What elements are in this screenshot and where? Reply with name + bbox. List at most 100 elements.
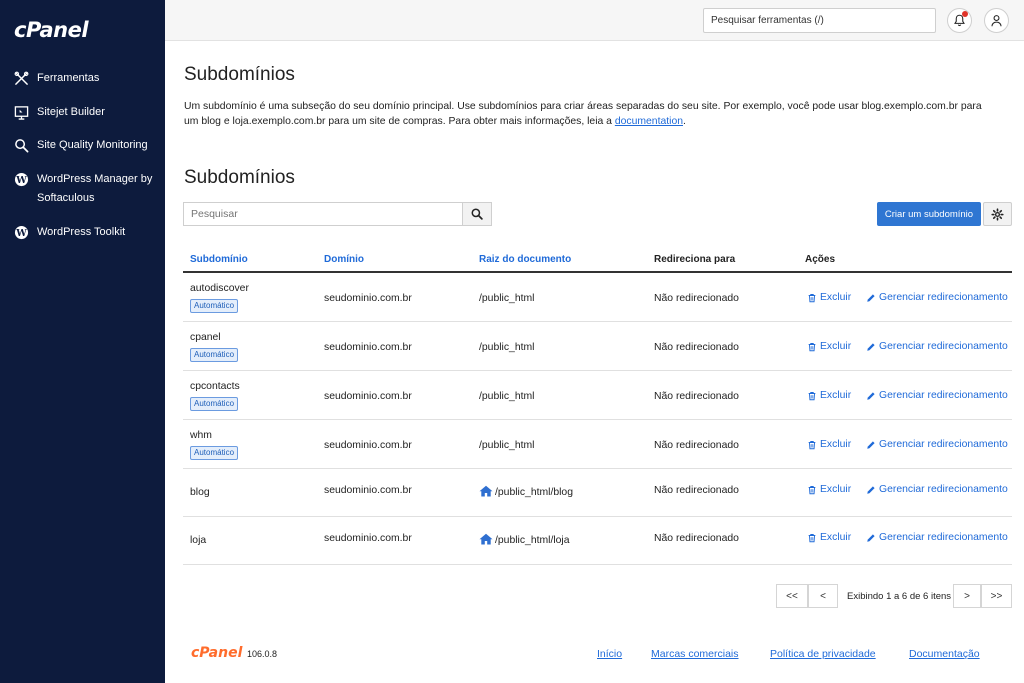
manage-redirect-button[interactable]: Gerenciar redirecionamento (866, 292, 1008, 303)
docroot-cell: /public_html (479, 440, 534, 451)
page-description: Um subdomínio é uma subseção do seu domí… (184, 99, 994, 129)
domain-cell: seudominio.com.br (324, 293, 412, 304)
cpanel-logo[interactable]: cPanel (14, 18, 89, 42)
domain-cell: seudominio.com.br (324, 440, 412, 451)
table-row: cpcontacts Automático seudominio.com.br/pu… (183, 371, 1012, 420)
subdomain-name: cpcontacts (190, 381, 240, 392)
manage-label: Gerenciar redirecionamento (879, 532, 1008, 543)
gear-icon (991, 207, 1004, 221)
trash-icon (807, 485, 820, 495)
sidebar-item-label: WordPress Manager by Softaculous (37, 173, 153, 204)
svg-text:W: W (15, 227, 27, 238)
docroot-path: /public_html (479, 342, 535, 353)
pencil-icon (866, 440, 879, 450)
magnifier-icon (12, 136, 30, 154)
redirect-cell: Não redirecionado (654, 293, 739, 304)
delete-label: Excluir (820, 439, 852, 450)
redirect-cell: Não redirecionado (654, 485, 739, 496)
pencil-icon (866, 293, 879, 303)
manage-redirect-button[interactable]: Gerenciar redirecionamento (866, 439, 1008, 450)
wordpress-icon: W (12, 170, 30, 188)
delete-button[interactable]: Excluir (807, 390, 851, 401)
column-header-subdomain[interactable]: Subdomínio (190, 254, 248, 265)
footer-link-documentation[interactable]: Documentação (909, 648, 980, 660)
delete-button[interactable]: Excluir (807, 532, 851, 543)
subdomain-name: loja (190, 535, 207, 546)
redirect-cell: Não redirecionado (654, 533, 739, 544)
delete-button[interactable]: Excluir (807, 341, 851, 352)
trash-icon (807, 391, 820, 401)
settings-button[interactable] (983, 202, 1012, 226)
pencil-icon (866, 342, 879, 352)
column-header-domain[interactable]: Domínio (324, 254, 364, 265)
docroot-cell: /public_html (479, 342, 534, 353)
manage-redirect-button[interactable]: Gerenciar redirecionamento (866, 484, 1008, 495)
table-row: whm Automático seudominio.com.br/public_ht… (183, 420, 1012, 469)
delete-button[interactable]: Excluir (807, 292, 851, 303)
pencil-icon (866, 533, 879, 543)
svg-text:W: W (15, 174, 27, 185)
automatic-badge: Automático (190, 397, 239, 411)
footer-link-inicio[interactable]: Início (597, 648, 622, 660)
docroot-path: /public_html (479, 440, 535, 451)
user-menu-button[interactable] (984, 8, 1009, 33)
docroot-path: /public_html (479, 391, 535, 402)
notification-dot (962, 11, 968, 17)
automatic-badge: Automático (190, 299, 239, 313)
wordpress-icon: W (12, 223, 30, 241)
manage-redirect-button[interactable]: Gerenciar redirecionamento (866, 390, 1008, 401)
search-tools-input[interactable] (703, 8, 936, 33)
table-row: loja seudominio.com.br/public_html/loja Nã… (183, 517, 1012, 565)
sidebar-item-ferramentas[interactable]: Ferramentas (12, 69, 162, 88)
user-icon (991, 15, 1002, 27)
subdomain-name: whm (190, 430, 212, 441)
footer-link-trademarks[interactable]: Marcas comerciais (651, 648, 739, 660)
documentation-link[interactable]: documentation (615, 116, 683, 127)
sidebar-item-sitejet[interactable]: Sitejet Builder (12, 103, 162, 122)
footer-version: 106.0.8 (247, 649, 278, 659)
pagination-last-button[interactable]: >> (981, 584, 1012, 608)
subdomain-search-input[interactable] (183, 202, 463, 226)
sidebar-item-label: Sitejet Builder (37, 106, 105, 118)
pagination-first-button[interactable]: << (776, 584, 808, 608)
notifications-button[interactable] (947, 8, 972, 33)
docroot-cell[interactable]: /public_html/blog (479, 485, 573, 498)
delete-label: Excluir (820, 341, 852, 352)
delete-button[interactable]: Excluir (807, 439, 851, 450)
pencil-icon (866, 485, 879, 495)
subdomain-name: autodiscover (190, 283, 249, 294)
top-bar (165, 0, 1024, 41)
manage-label: Gerenciar redirecionamento (879, 439, 1008, 450)
docroot-cell[interactable]: /public_html/loja (479, 533, 570, 546)
pagination-next-button[interactable]: > (953, 584, 981, 608)
sidebar-item-wordpress-manager[interactable]: W WordPress Manager by Softaculous (12, 170, 162, 208)
table-row: cpanel Automático seudominio.com.br/public… (183, 322, 1012, 371)
footer-cpanel-logo[interactable]: cPanel (191, 645, 242, 661)
docroot-path: /public_html/loja (495, 535, 570, 546)
delete-button[interactable]: Excluir (807, 484, 851, 495)
pagination-prev-button[interactable]: < (808, 584, 838, 608)
sidebar-item-site-quality[interactable]: Site Quality Monitoring (12, 136, 162, 155)
manage-redirect-button[interactable]: Gerenciar redirecionamento (866, 532, 1008, 543)
trash-icon (807, 440, 820, 450)
sidebar-item-wordpress-toolkit[interactable]: W WordPress Toolkit (12, 223, 162, 242)
redirect-cell: Não redirecionado (654, 440, 739, 451)
column-header-redirect: Redireciona para (654, 254, 736, 265)
pencil-icon (866, 391, 879, 401)
automatic-badge: Automático (190, 348, 239, 362)
subdomain-name: blog (190, 487, 210, 498)
table-row: blog seudominio.com.br/public_html/blog Nã… (183, 469, 1012, 517)
subdomain-name: cpanel (190, 332, 221, 343)
column-header-docroot[interactable]: Raiz do documento (479, 254, 571, 265)
manage-label: Gerenciar redirecionamento (879, 484, 1008, 495)
footer-link-privacy[interactable]: Política de privacidade (770, 648, 876, 660)
home-icon (479, 533, 495, 546)
domain-cell: seudominio.com.br (324, 485, 412, 496)
description-end: . (683, 116, 686, 127)
search-button[interactable] (462, 202, 492, 226)
create-subdomain-button[interactable]: Criar um subdomínio (877, 202, 981, 226)
redirect-cell: Não redirecionado (654, 391, 739, 402)
manage-label: Gerenciar redirecionamento (879, 341, 1008, 352)
manage-redirect-button[interactable]: Gerenciar redirecionamento (866, 341, 1008, 352)
sidebar-item-label: Ferramentas (37, 72, 100, 84)
